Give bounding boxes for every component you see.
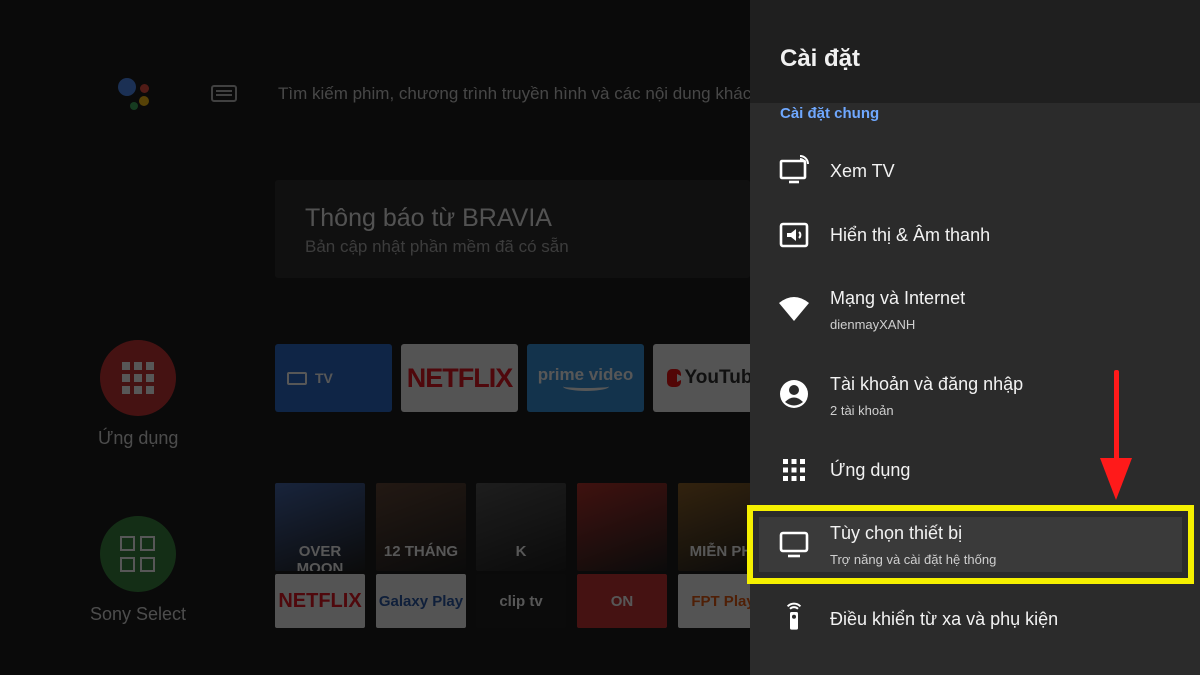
poster-label: K — [515, 543, 527, 560]
streaming-app-tile[interactable]: FPT Play — [678, 574, 750, 628]
notification-card[interactable]: Thông báo từ BRAVIA Bản cập nhật phần mề… — [275, 180, 750, 278]
poster-label: MIỄN PHÍ — [689, 543, 750, 560]
menu-label: Hiển thị & Âm thanh — [830, 225, 991, 245]
menu-sublabel: Trợ năng và cài đặt hệ thống — [830, 552, 997, 567]
account-icon — [780, 380, 808, 408]
menu-label: Điều khiển từ xa và phụ kiện — [830, 609, 1059, 629]
apps-grid-icon — [122, 362, 154, 394]
tv-cast-icon — [779, 155, 809, 184]
streaming-app-label: ON — [610, 592, 634, 610]
remote-icon — [786, 602, 802, 630]
menu-label: Tùy chọn thiết bị — [830, 523, 963, 543]
content-poster[interactable]: 12 THÁNG — [376, 483, 466, 571]
poster-label: OVER MOON — [296, 543, 344, 571]
streaming-app-label: clip tv — [499, 592, 543, 610]
netflix-app-tile[interactable]: NETFLIX — [401, 344, 518, 412]
streaming-app-label: NETFLIX — [278, 589, 362, 612]
red-arrow-annotation — [1100, 370, 1132, 500]
sony-select-label: Sony Select — [90, 604, 187, 624]
prime-video-app-tile[interactable]: prime video — [527, 344, 644, 412]
streaming-app-label: Galaxy Play — [378, 592, 464, 610]
tv-icon — [287, 371, 307, 385]
streaming-app-tile[interactable]: NETFLIX — [275, 574, 365, 628]
home-screen: Tìm kiếm phim, chương trình truyền hình … — [0, 0, 750, 675]
youtube-play-icon — [667, 369, 685, 387]
content-poster[interactable]: OVER MOON — [275, 483, 365, 571]
menu-label: Tài khoản và đăng nhập — [830, 374, 1024, 394]
tv-app-label: TV — [315, 370, 333, 386]
menu-sublabel: dienmayXANH — [830, 317, 916, 332]
menu-item-remote-accessories[interactable]: Điều khiển từ xa và phụ kiện — [750, 598, 1200, 642]
menu-item-device-preferences[interactable]: Tùy chọn thiết bị Trợ năng và cài đặt hệ… — [750, 518, 1200, 574]
content-poster[interactable]: MIỄN PHÍ — [678, 483, 750, 571]
streaming-app-tile[interactable]: clip tv — [476, 574, 566, 628]
notification-subtitle: Bản cập nhật phần mềm đã có sẵn — [305, 237, 569, 256]
wifi-icon — [779, 297, 809, 321]
search-input[interactable]: Tìm kiếm phim, chương trình truyền hình … — [278, 84, 750, 104]
menu-item-network[interactable]: Mạng và Internet dienmayXANH — [750, 284, 1200, 340]
menu-label: Mạng và Internet — [830, 288, 966, 308]
youtube-logo: YouTube — [684, 367, 750, 388]
menu-label: Xem TV — [830, 161, 895, 181]
keyboard-icon[interactable] — [211, 85, 237, 102]
apps-button[interactable] — [100, 340, 176, 416]
prime-smile-icon — [562, 382, 609, 391]
apps-grid-icon — [783, 459, 805, 481]
netflix-logo: NETFLIX — [406, 362, 513, 393]
sony-select-icon — [120, 536, 156, 572]
menu-item-watch-tv[interactable]: Xem TV — [750, 150, 1200, 194]
apps-label: Ứng dụng — [98, 428, 179, 448]
tv-app-tile[interactable]: TV — [275, 344, 392, 412]
streaming-app-label: FPT Play — [691, 592, 750, 610]
device-tv-icon — [779, 531, 809, 558]
google-assistant-icon[interactable] — [116, 74, 156, 114]
sony-select-button[interactable] — [100, 516, 176, 592]
menu-label: Ứng dụng — [830, 460, 911, 480]
streaming-app-tile[interactable]: Galaxy Play — [376, 574, 466, 628]
display-sound-icon — [779, 222, 809, 248]
content-poster[interactable]: K — [476, 483, 566, 571]
content-poster[interactable] — [577, 483, 667, 571]
menu-item-display-sound[interactable]: Hiển thị & Âm thanh — [750, 214, 1200, 258]
poster-label: 12 THÁNG — [383, 543, 459, 560]
menu-sublabel: 2 tài khoản — [830, 403, 894, 418]
streaming-app-tile[interactable]: ON — [577, 574, 667, 628]
youtube-app-tile[interactable]: YouTube — [653, 344, 750, 412]
notification-title: Thông báo từ BRAVIA — [305, 204, 552, 232]
